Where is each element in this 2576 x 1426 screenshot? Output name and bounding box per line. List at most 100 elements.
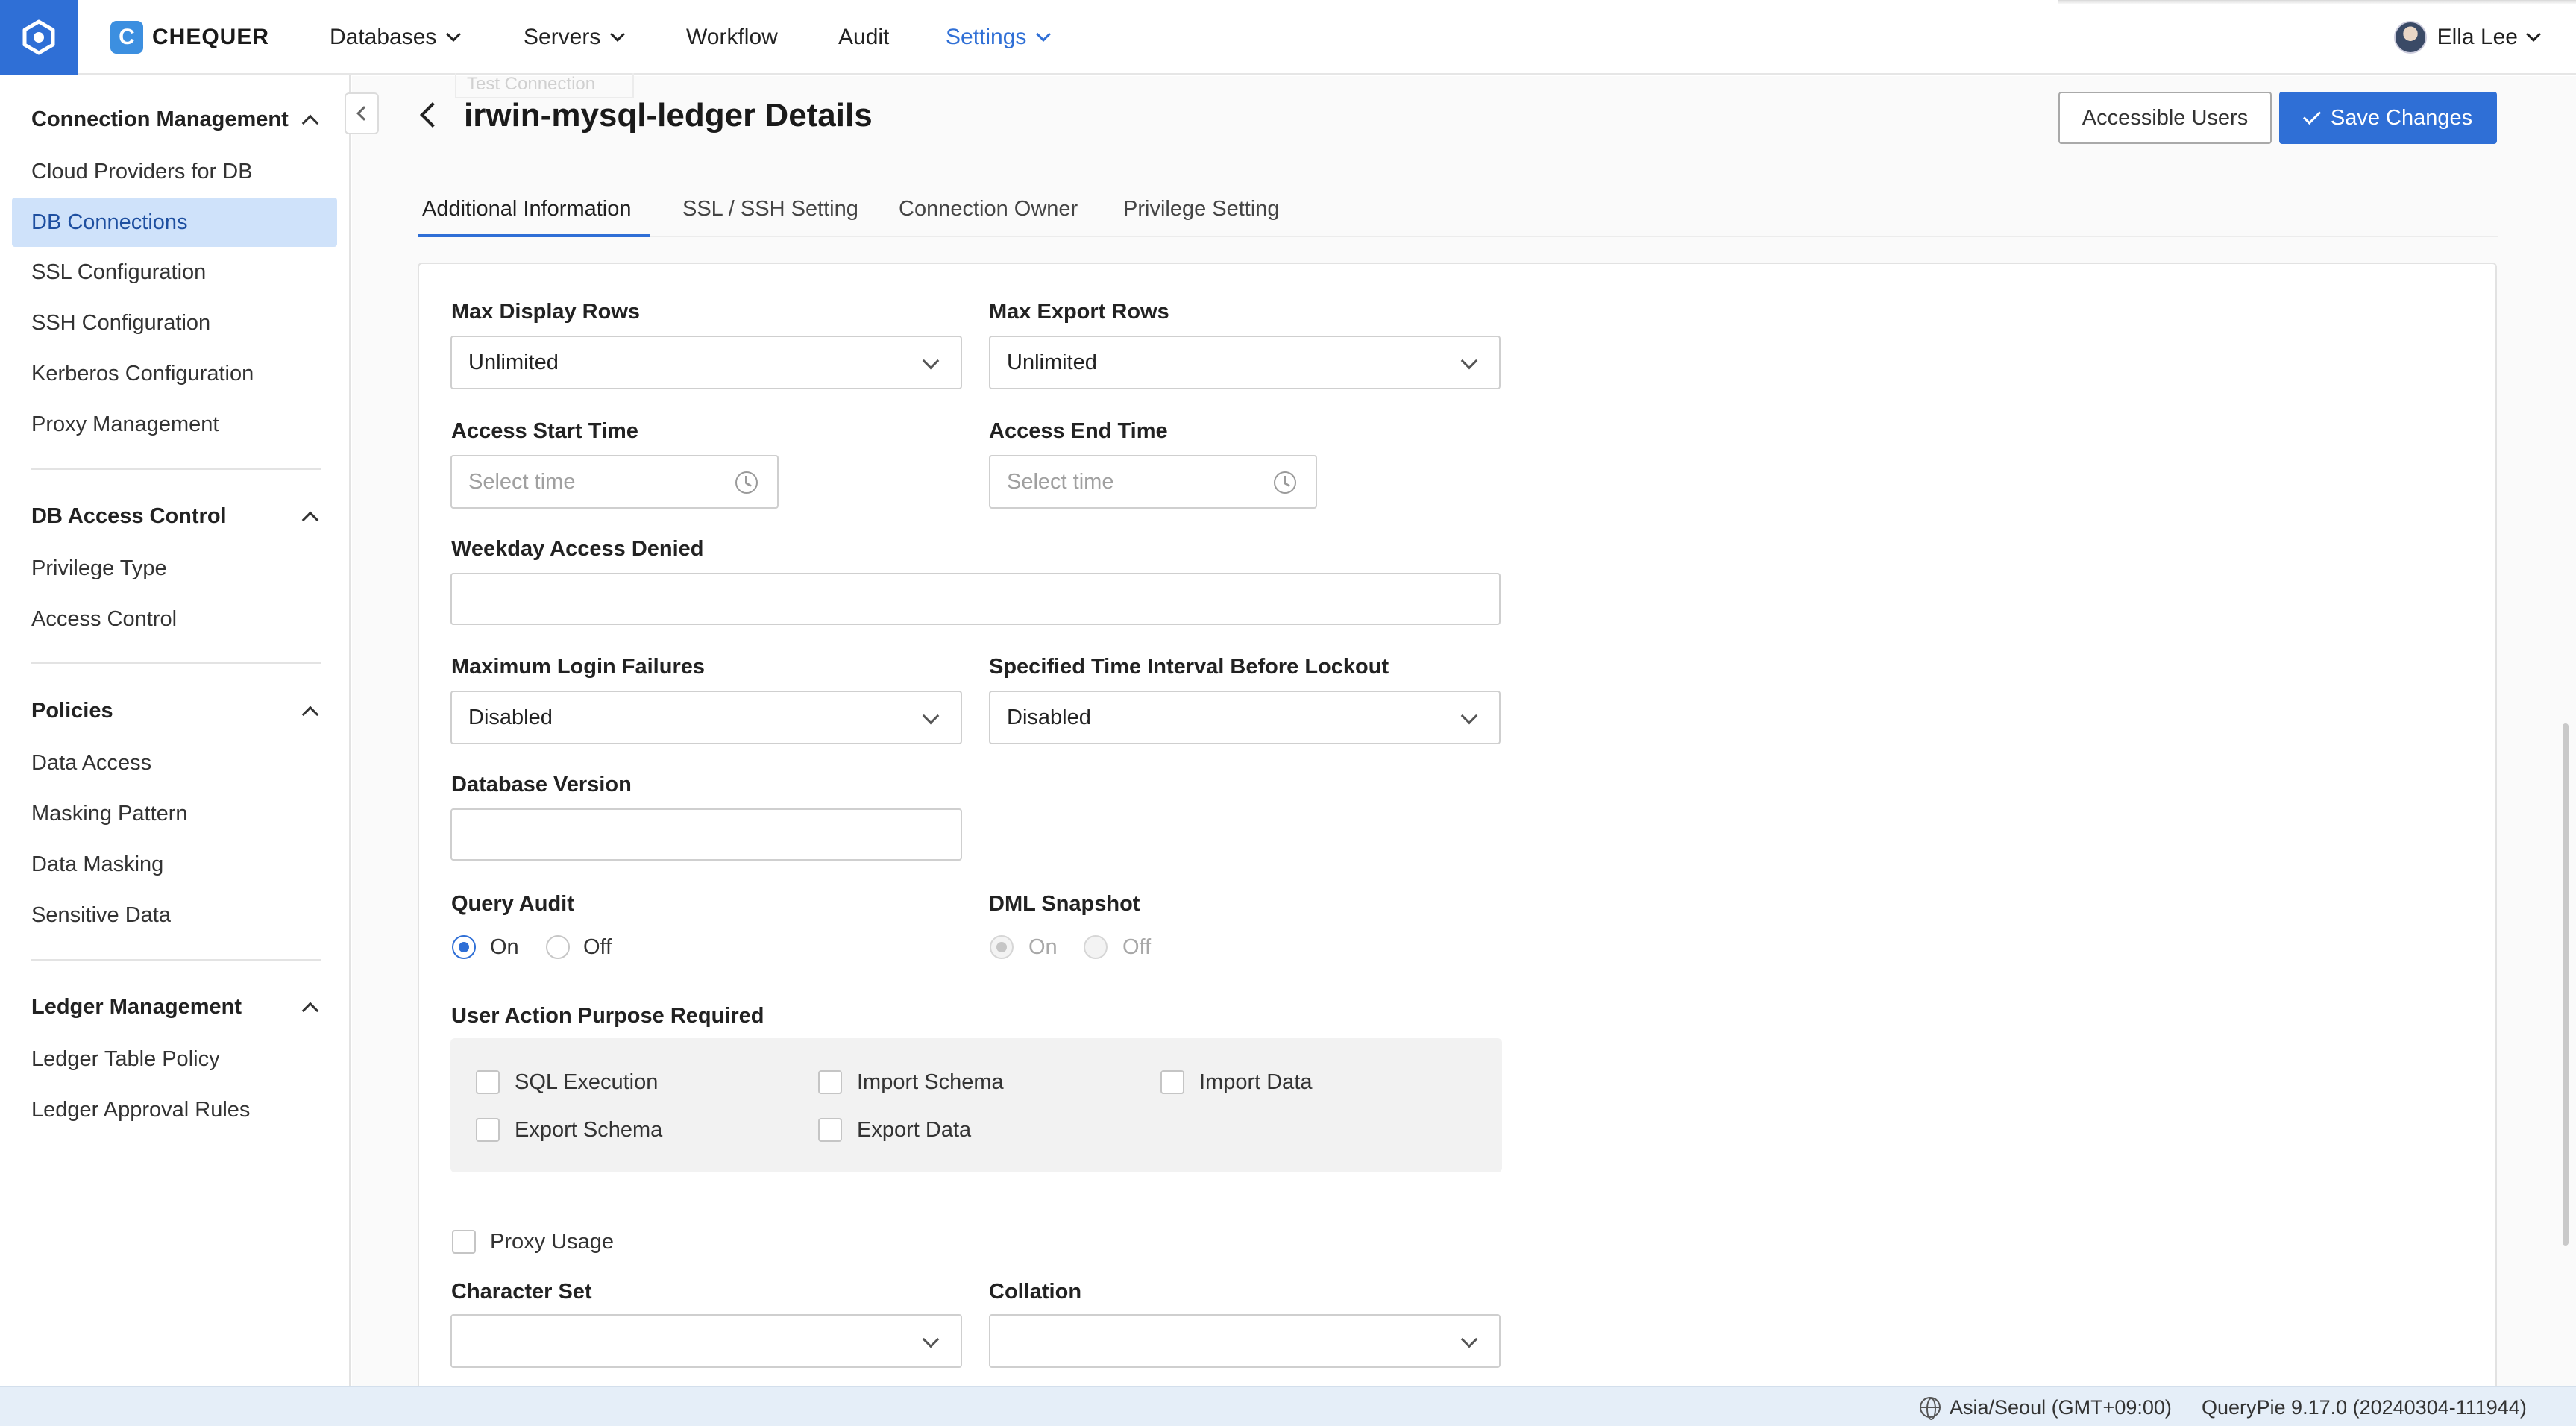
collation-select[interactable] (989, 1314, 1501, 1368)
dml-snapshot-off-radio (1084, 935, 1108, 959)
sidebar-item-proxy-management[interactable]: Proxy Management (12, 400, 337, 449)
sidebar-item-data-access[interactable]: Data Access (12, 738, 337, 788)
query-audit-off-label: Off (583, 935, 612, 959)
nav-workflow[interactable]: Workflow (686, 0, 778, 75)
tab-additional-information[interactable]: Additional Information (422, 197, 632, 222)
active-tab-indicator (418, 234, 650, 237)
chevron-down-icon (922, 1331, 940, 1348)
export-data-label: Export Data (857, 1118, 972, 1142)
sidebar-divider (31, 662, 321, 664)
brand[interactable]: C CHEQUER (110, 21, 269, 54)
collapse-sidebar-button[interactable] (345, 92, 379, 134)
sidebar-divider (31, 468, 321, 470)
settings-sidebar: Connection Management Cloud Providers fo… (0, 75, 351, 1386)
nav-audit[interactable]: Audit (838, 0, 889, 75)
save-changes-label: Save Changes (2330, 105, 2473, 130)
chevron-down-icon (922, 352, 940, 370)
lockout-interval-select[interactable]: Disabled (989, 691, 1501, 744)
dml-snapshot-label: DML Snapshot (989, 892, 1140, 916)
import-data-label: Import Data (1199, 1070, 1313, 1094)
sidebar-item-ssl-configuration[interactable]: SSL Configuration (12, 248, 337, 297)
max-login-failures-select[interactable]: Disabled (450, 691, 962, 744)
chevron-down-icon (922, 707, 940, 725)
user-action-purpose-group (450, 1038, 1502, 1172)
export-data-checkbox[interactable] (818, 1118, 842, 1142)
query-audit-off-radio[interactable] (546, 935, 570, 959)
max-export-rows-select[interactable]: Unlimited (989, 336, 1501, 389)
sidebar-item-cloud-providers[interactable]: Cloud Providers for DB (12, 147, 337, 196)
tab-privilege-setting[interactable]: Privilege Setting (1123, 197, 1280, 222)
max-display-rows-select[interactable]: Unlimited (450, 336, 962, 389)
sql-execution-checkbox[interactable] (476, 1070, 500, 1094)
access-start-time-placeholder: Select time (468, 469, 576, 494)
tabs-baseline (418, 236, 2498, 237)
chevron-up-icon (301, 706, 319, 723)
nav-servers[interactable]: Servers (524, 0, 626, 75)
query-audit-on-radio[interactable] (452, 935, 476, 959)
query-audit-on-label: On (490, 935, 519, 959)
check-icon (2302, 106, 2321, 125)
import-schema-label: Import Schema (857, 1070, 1004, 1094)
sidebar-item-access-control[interactable]: Access Control (12, 594, 337, 644)
sidebar-section-ledger-management[interactable]: Ledger Management (31, 995, 321, 1020)
export-schema-label: Export Schema (515, 1118, 663, 1142)
sidebar-item-ledger-approval-rules[interactable]: Ledger Approval Rules (12, 1085, 337, 1134)
sidebar-item-privilege-type[interactable]: Privilege Type (12, 544, 337, 593)
querypie-logo-icon[interactable] (0, 0, 78, 75)
dml-snapshot-off-label: Off (1122, 935, 1152, 959)
chevron-up-icon (301, 114, 319, 131)
max-export-rows-label: Max Export Rows (989, 300, 1169, 324)
brand-name: CHEQUER (152, 25, 270, 49)
brand-badge-icon: C (110, 21, 143, 54)
lockout-interval-label: Specified Time Interval Before Lockout (989, 655, 1389, 679)
timezone-text[interactable]: Asia/Seoul (GMT+09:00) (1950, 1396, 2172, 1419)
nav-settings[interactable]: Settings (946, 0, 1052, 75)
chevron-down-icon (446, 27, 462, 42)
import-schema-checkbox[interactable] (818, 1070, 842, 1094)
lockout-interval-value: Disabled (1007, 705, 1091, 729)
dml-snapshot-on-label: On (1028, 935, 1058, 959)
weekday-access-denied-label: Weekday Access Denied (451, 537, 704, 561)
access-start-time-picker[interactable]: Select time (450, 455, 779, 509)
sidebar-section-title: Ledger Management (31, 995, 242, 1019)
access-end-time-label: Access End Time (989, 419, 1168, 443)
import-data-checkbox[interactable] (1160, 1070, 1184, 1094)
test-connection-button-ghost: Test Connection (455, 73, 634, 98)
sidebar-section-title: DB Access Control (31, 504, 227, 528)
save-changes-button[interactable]: Save Changes (2279, 92, 2497, 144)
nav-workflow-label: Workflow (686, 25, 778, 49)
weekday-access-denied-field[interactable] (450, 573, 1501, 625)
sidebar-item-db-connections[interactable]: DB Connections (12, 198, 337, 247)
character-set-select[interactable] (450, 1314, 962, 1368)
sidebar-section-connection-management[interactable]: Connection Management (31, 107, 321, 132)
max-login-failures-label: Maximum Login Failures (451, 655, 705, 679)
sidebar-item-sensitive-data[interactable]: Sensitive Data (12, 891, 337, 940)
sidebar-item-ledger-table-policy[interactable]: Ledger Table Policy (12, 1034, 337, 1084)
sidebar-section-policies[interactable]: Policies (31, 699, 321, 723)
database-version-field[interactable] (450, 808, 962, 861)
user-action-purpose-label: User Action Purpose Required (451, 1004, 764, 1028)
proxy-usage-checkbox[interactable] (452, 1230, 476, 1254)
sidebar-item-ssh-configuration[interactable]: SSH Configuration (12, 298, 337, 348)
vertical-scrollbar[interactable] (2563, 723, 2569, 1246)
accessible-users-button[interactable]: Accessible Users (2058, 92, 2272, 144)
tab-connection-owner[interactable]: Connection Owner (899, 197, 1078, 222)
tab-ssl-ssh-setting[interactable]: SSL / SSH Setting (682, 197, 858, 222)
nav-servers-label: Servers (524, 25, 601, 49)
sidebar-item-masking-pattern[interactable]: Masking Pattern (12, 789, 337, 838)
sidebar-section-title: Policies (31, 699, 113, 723)
chevron-left-icon (356, 106, 371, 121)
nav-databases[interactable]: Databases (330, 0, 462, 75)
proxy-usage-label: Proxy Usage (490, 1230, 615, 1254)
avatar (2393, 21, 2427, 54)
export-schema-checkbox[interactable] (476, 1118, 500, 1142)
sidebar-item-data-masking[interactable]: Data Masking (12, 840, 337, 889)
nav-settings-label: Settings (946, 25, 1027, 49)
chevron-up-icon (301, 1002, 319, 1019)
query-audit-label: Query Audit (451, 892, 574, 916)
user-menu[interactable]: Ella Lee (2393, 19, 2541, 55)
sidebar-section-db-access-control[interactable]: DB Access Control (31, 504, 321, 529)
sidebar-item-kerberos-configuration[interactable]: Kerberos Configuration (12, 349, 337, 398)
access-end-time-picker[interactable]: Select time (989, 455, 1317, 509)
max-login-failures-value: Disabled (468, 705, 553, 729)
